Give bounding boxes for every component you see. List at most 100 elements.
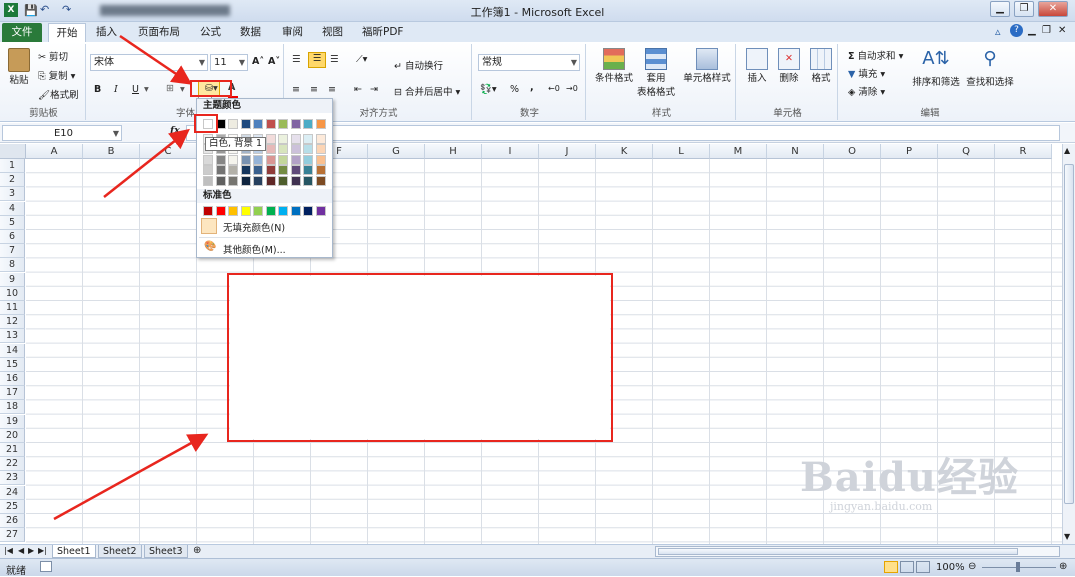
row-header-14[interactable]: 14 (0, 343, 25, 358)
wrap-text-button[interactable]: ↵ 自动换行 (394, 58, 443, 72)
insert-function-button[interactable]: fx (170, 125, 180, 136)
zoom-level[interactable]: 100% (936, 562, 965, 573)
theme-color-swatch[interactable] (278, 175, 288, 186)
align-middle-icon[interactable]: ☰ (308, 52, 326, 68)
theme-color-swatch[interactable] (315, 165, 326, 175)
theme-color-swatch[interactable] (303, 144, 313, 154)
theme-color-swatch[interactable] (228, 165, 238, 175)
insert-cells-button[interactable]: 插入 (742, 48, 772, 84)
theme-color-swatch[interactable] (278, 165, 288, 175)
tab-data[interactable]: 数据 (234, 23, 267, 42)
theme-color-swatch[interactable] (228, 175, 238, 186)
row-header-9[interactable]: 9 (0, 272, 25, 287)
hscroll-thumb[interactable] (658, 548, 1018, 555)
theme-color-swatch[interactable] (303, 119, 313, 129)
standard-color-swatch[interactable] (203, 206, 213, 216)
theme-color-swatch[interactable] (303, 175, 313, 186)
delete-cells-button[interactable]: ✕ 删除 (774, 48, 804, 84)
theme-color-swatch[interactable] (253, 154, 263, 165)
maximize-button[interactable]: ❐ (1014, 1, 1034, 17)
theme-color-swatch[interactable] (253, 119, 263, 129)
doc-minimize-icon[interactable]: ▁ (1028, 25, 1036, 36)
theme-color-swatch[interactable] (265, 119, 276, 129)
row-header-22[interactable]: 22 (0, 457, 25, 472)
currency-icon[interactable]: 💱▾ (480, 84, 497, 95)
sheet-nav-next-icon[interactable]: ▶ (28, 546, 34, 555)
theme-color-swatch[interactable] (315, 154, 326, 165)
column-header-m[interactable]: M (710, 144, 767, 159)
decrease-decimal-icon[interactable]: →0 (566, 84, 578, 93)
align-left-icon[interactable]: ≡ (292, 84, 300, 95)
row-header-1[interactable]: 1 (0, 159, 25, 173)
tab-foxit-pdf[interactable]: 福昕PDF (356, 23, 409, 42)
row-header-23[interactable]: 23 (0, 471, 25, 486)
theme-color-swatch[interactable] (265, 175, 276, 186)
no-fill-item[interactable]: 无填充颜色(N) (199, 217, 330, 235)
standard-color-swatch[interactable] (253, 206, 263, 216)
theme-color-swatch[interactable] (290, 144, 301, 154)
fill-button[interactable]: ▼ 填充 ▾ (848, 66, 885, 80)
merge-center-button[interactable]: ⊟ 合并后居中 ▾ (394, 84, 460, 98)
row-header-4[interactable]: 4 (0, 201, 25, 216)
format-as-table-button[interactable]: 套用 表格格式 (636, 48, 676, 98)
theme-color-swatch[interactable] (265, 154, 276, 165)
tab-review[interactable]: 审阅 (276, 23, 309, 42)
row-header-27[interactable]: 27 (0, 528, 25, 543)
theme-color-swatch[interactable] (278, 133, 288, 144)
standard-color-swatch[interactable] (303, 206, 313, 216)
close-button[interactable]: ✕ (1038, 1, 1068, 17)
shrink-font-button[interactable]: A˅ (268, 56, 280, 67)
row-header-19[interactable]: 19 (0, 414, 25, 429)
row-header-2[interactable]: 2 (0, 173, 25, 188)
scroll-up-icon[interactable]: ▲ (1064, 146, 1070, 155)
name-box[interactable]: E10 ▼ (2, 125, 122, 141)
theme-color-swatch[interactable] (315, 144, 326, 154)
doc-close-icon[interactable]: ✕ (1058, 25, 1066, 36)
column-header-b[interactable]: B (83, 144, 140, 159)
theme-color-swatch[interactable] (240, 165, 251, 175)
row-header-10[interactable]: 10 (0, 286, 25, 301)
theme-color-swatch[interactable] (203, 175, 213, 186)
theme-color-swatch[interactable] (228, 154, 238, 165)
row-header-26[interactable]: 26 (0, 514, 25, 528)
sheet-nav-last-icon[interactable]: ▶| (38, 546, 47, 555)
row-header-13[interactable]: 13 (0, 329, 25, 344)
theme-color-swatch[interactable] (278, 119, 288, 129)
borders-dropdown[interactable]: ▾ (180, 84, 185, 95)
column-header-k[interactable]: K (596, 144, 653, 159)
conditional-format-button[interactable]: 条件格式 (594, 48, 634, 84)
tab-home[interactable]: 开始 (48, 23, 86, 42)
comma-button[interactable]: , (530, 82, 534, 93)
row-header-8[interactable]: 8 (0, 258, 25, 273)
theme-color-swatch[interactable] (215, 154, 226, 165)
theme-color-swatch[interactable] (315, 133, 326, 144)
tab-view[interactable]: 视图 (316, 23, 349, 42)
increase-decimal-icon[interactable]: ←0 (548, 84, 560, 93)
bold-button[interactable]: B (94, 84, 101, 95)
sheet-tab-2[interactable]: Sheet2 (98, 545, 142, 558)
standard-color-swatch[interactable] (278, 206, 288, 216)
macro-record-icon[interactable] (40, 561, 52, 572)
column-header-n[interactable]: N (767, 144, 824, 159)
column-header-r[interactable]: R (995, 144, 1052, 159)
standard-color-swatch[interactable] (315, 206, 326, 216)
row-header-3[interactable]: 3 (0, 187, 25, 202)
theme-color-swatch[interactable] (315, 175, 326, 186)
format-painter-button[interactable]: 🖌格式刷 (38, 87, 79, 101)
tab-page-layout[interactable]: 页面布局 (132, 23, 186, 42)
column-header-g[interactable]: G (368, 144, 425, 159)
theme-color-swatch[interactable] (228, 119, 238, 129)
ribbon-collapse-icon[interactable]: ▵ (995, 25, 1001, 38)
zoom-out-icon[interactable]: ⊖ (968, 561, 976, 572)
theme-color-swatch[interactable] (265, 165, 276, 175)
tab-insert[interactable]: 插入 (90, 23, 123, 42)
orientation-icon[interactable]: ⟋▾ (356, 54, 367, 65)
tab-formulas[interactable]: 公式 (194, 23, 227, 42)
standard-color-swatch[interactable] (265, 206, 276, 216)
sheet-tab-3[interactable]: Sheet3 (144, 545, 188, 558)
normal-view-icon[interactable] (884, 561, 898, 573)
theme-color-swatch[interactable] (253, 165, 263, 175)
doc-restore-icon[interactable]: ❐ (1042, 25, 1051, 36)
standard-color-swatch[interactable] (228, 206, 238, 216)
copy-button[interactable]: ⎘ 复制 ▾ (38, 68, 75, 82)
